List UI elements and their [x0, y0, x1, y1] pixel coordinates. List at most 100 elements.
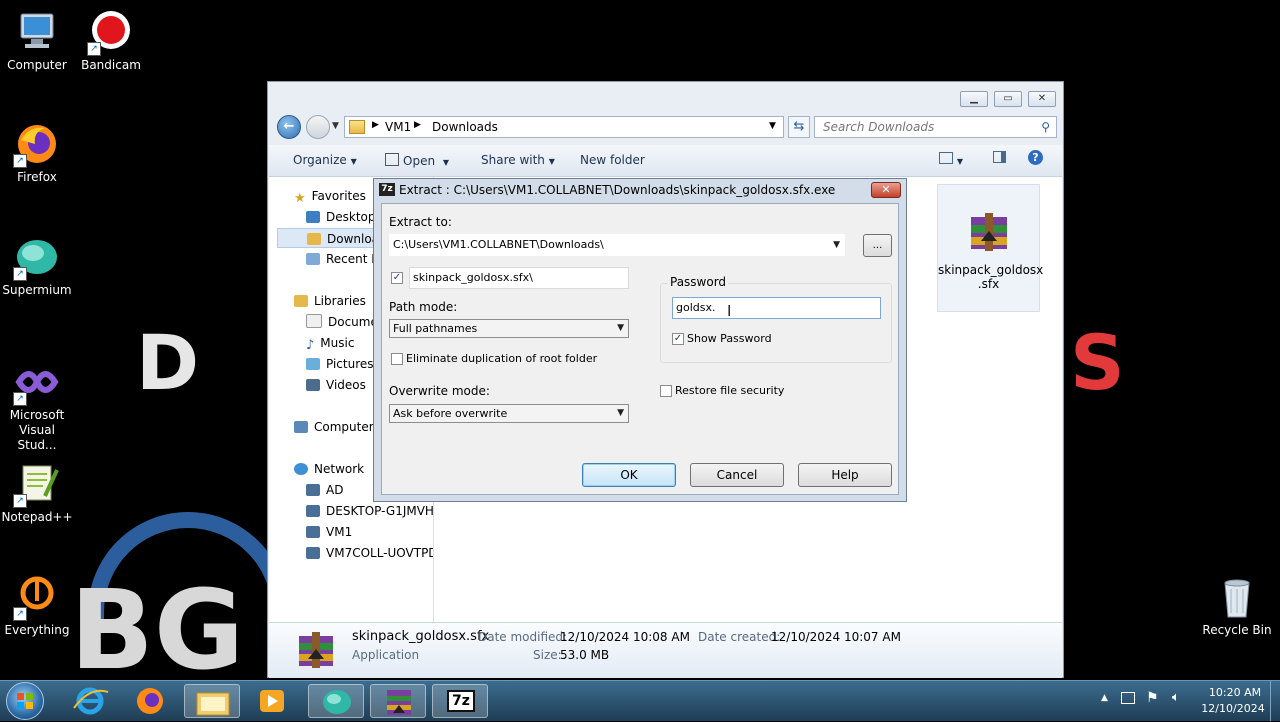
record-icon: ↗ — [87, 10, 133, 56]
password-value: goldsx. — [676, 301, 716, 314]
show-password-checkbox[interactable]: ✓ — [672, 333, 684, 345]
desktop-icon-label: Everything — [4, 623, 70, 637]
wallpaper-letter-right: S — [1070, 318, 1125, 407]
nav-network-vm7[interactable]: VM7COLL-UOVTPDA — [306, 543, 433, 563]
help-button[interactable]: Help — [798, 463, 892, 487]
nav-desktop[interactable]: Desktop — [306, 207, 376, 227]
nav-pictures[interactable]: Pictures — [306, 354, 374, 374]
address-dropdown-icon[interactable]: ▼ — [769, 121, 776, 131]
taskbar-supermium-button[interactable] — [308, 684, 364, 718]
subfolder-input[interactable]: skinpack_goldosx.sfx\ — [409, 267, 629, 289]
breadcrumb-downloads[interactable]: Downloads — [432, 120, 498, 134]
nav-label: DESKTOP-G1JMVHA — [326, 504, 433, 518]
flag-icon[interactable]: ⚑ — [1146, 690, 1159, 706]
maximize-button[interactable]: ▭ — [994, 91, 1022, 107]
desktop-icon-label: Computer — [7, 58, 67, 72]
nav-favorites[interactable]: ★ Favorites — [294, 186, 366, 206]
chevron-down-icon[interactable]: ▼ — [833, 235, 840, 255]
libraries-icon — [294, 295, 308, 307]
recent-pages-chevron-icon[interactable]: ▼ — [332, 121, 339, 131]
file-item[interactable]: skinpack_goldosx .sfx — [937, 184, 1043, 312]
nav-label: VM1 — [326, 525, 353, 539]
subfolder-checkbox[interactable]: ✓ — [391, 272, 403, 284]
volume-muted-icon[interactable]: 🔈︎ — [1172, 690, 1180, 705]
cancel-button[interactable]: Cancel — [690, 463, 784, 487]
eliminate-duplication-label[interactable]: Eliminate duplication of root folder — [406, 352, 597, 365]
restore-security-label[interactable]: Restore file security — [675, 384, 784, 397]
back-button[interactable]: ← — [277, 115, 301, 139]
dialog-close-button[interactable]: ✕ — [871, 182, 901, 198]
open-label: Open — [403, 154, 436, 168]
taskbar-winrar-button[interactable] — [370, 684, 426, 718]
ok-button[interactable]: OK — [582, 463, 676, 487]
show-desktop-button[interactable] — [1270, 681, 1280, 721]
desktop-icon-recycle-bin[interactable]: Recycle Bin — [1200, 575, 1274, 638]
winrar-archive-icon — [965, 207, 1013, 255]
preview-pane-icon[interactable] — [993, 151, 1006, 166]
nav-libraries[interactable]: Libraries — [294, 291, 366, 311]
taskbar-firefox-button[interactable] — [122, 684, 178, 718]
desktop-icon-firefox[interactable]: ↗ Firefox — [0, 122, 74, 185]
details-modified-value: 12/10/2024 10:08 AM — [560, 630, 690, 644]
desktop-icon-label: Recycle Bin — [1202, 623, 1272, 637]
nav-music[interactable]: ♪ Music — [306, 333, 354, 353]
forward-button[interactable] — [306, 115, 330, 139]
browse-button[interactable]: ... — [863, 234, 892, 257]
search-placeholder: Search Downloads — [823, 120, 935, 134]
shortcut-arrow-icon: ↗ — [13, 267, 27, 281]
refresh-button[interactable]: ⇆ — [788, 116, 810, 138]
search-input[interactable]: Search Downloads ⚲ — [814, 116, 1057, 138]
shortcut-arrow-icon: ↗ — [13, 154, 27, 168]
nav-network[interactable]: Network — [294, 459, 364, 479]
taskbar-explorer-button[interactable] — [184, 684, 240, 718]
desktop-icon-computer[interactable]: Computer — [0, 10, 74, 73]
minimize-button[interactable]: ▁ — [960, 91, 988, 107]
nav-network-vm1[interactable]: VM1 — [306, 522, 352, 542]
nav-computer[interactable]: Computer — [294, 417, 374, 437]
clock-time[interactable]: 10:20 AM — [1204, 686, 1266, 699]
restore-security-checkbox[interactable] — [660, 385, 672, 397]
new-folder-button[interactable]: New folder — [580, 153, 645, 167]
address-bar[interactable]: ▶ VM1 ▶ Downloads ▼ — [344, 116, 784, 138]
show-password-label[interactable]: Show Password — [687, 332, 772, 345]
videos-icon — [306, 379, 320, 391]
close-button[interactable]: ✕ — [1028, 91, 1056, 107]
taskbar-ie-button[interactable] — [62, 684, 118, 718]
view-options-icon[interactable]: ▼ — [939, 152, 963, 167]
organize-button[interactable]: Organize ▼ — [293, 153, 357, 167]
overwrite-mode-select[interactable]: Ask before overwrite ▼ — [389, 404, 629, 423]
shortcut-arrow-icon: ↗ — [13, 392, 27, 406]
extract-to-combobox[interactable]: C:\Users\VM1.COLLABNET\Downloads\ ▼ — [389, 234, 845, 256]
search-icon[interactable]: ⚲ — [1041, 117, 1050, 137]
breadcrumb-vm1[interactable]: VM1 — [385, 120, 411, 134]
recycle-bin-icon — [1215, 575, 1259, 619]
help-icon[interactable]: ? — [1028, 150, 1043, 165]
desktop-icon-visual-studio[interactable]: ↗ Microsoft Visual Stud... — [0, 360, 74, 453]
nav-network-desktop[interactable]: DESKTOP-G1JMVHA — [306, 501, 433, 521]
desktop-icon-bandicam[interactable]: ↗ Bandicam — [74, 10, 148, 73]
downloads-folder-icon — [307, 233, 321, 245]
nav-network-ad[interactable]: AD — [306, 480, 343, 500]
supermium-icon: ↗ — [13, 235, 59, 281]
show-hidden-icons-button[interactable]: ▲ — [1101, 693, 1108, 703]
breadcrumb-separator-icon: ▶ — [372, 120, 379, 130]
clock-date[interactable]: 12/10/2024 — [1200, 702, 1266, 715]
folder-location-icon — [349, 120, 365, 134]
open-button[interactable]: Open ▼ — [385, 153, 449, 168]
password-input[interactable]: goldsx. — [672, 297, 881, 319]
desktop-icon-notepadpp[interactable]: ↗ Notepad++ — [0, 462, 74, 525]
action-center-icon[interactable] — [1121, 692, 1135, 704]
nav-videos[interactable]: Videos — [306, 375, 366, 395]
details-pane: skinpack_goldosx.sfx Application Date mo… — [269, 622, 1062, 678]
eliminate-duplication-checkbox[interactable] — [391, 353, 403, 365]
desktop-icon-supermium[interactable]: ↗ Supermium — [0, 235, 74, 298]
start-button[interactable] — [6, 682, 44, 720]
taskbar-7zip-button[interactable]: 7z — [432, 684, 488, 718]
taskbar-media-player-button[interactable] — [244, 684, 300, 718]
share-with-button[interactable]: Share with ▼ — [481, 153, 555, 167]
desktop-icon-everything[interactable]: ↗ Everything — [0, 575, 74, 638]
extract-dialog: 7z Extract : C:\Users\VM1.COLLABNET\Down… — [373, 178, 907, 502]
winrar-archive-icon — [387, 690, 411, 715]
desktop-icon-label: Bandicam — [81, 58, 141, 72]
path-mode-select[interactable]: Full pathnames ▼ — [389, 319, 629, 338]
